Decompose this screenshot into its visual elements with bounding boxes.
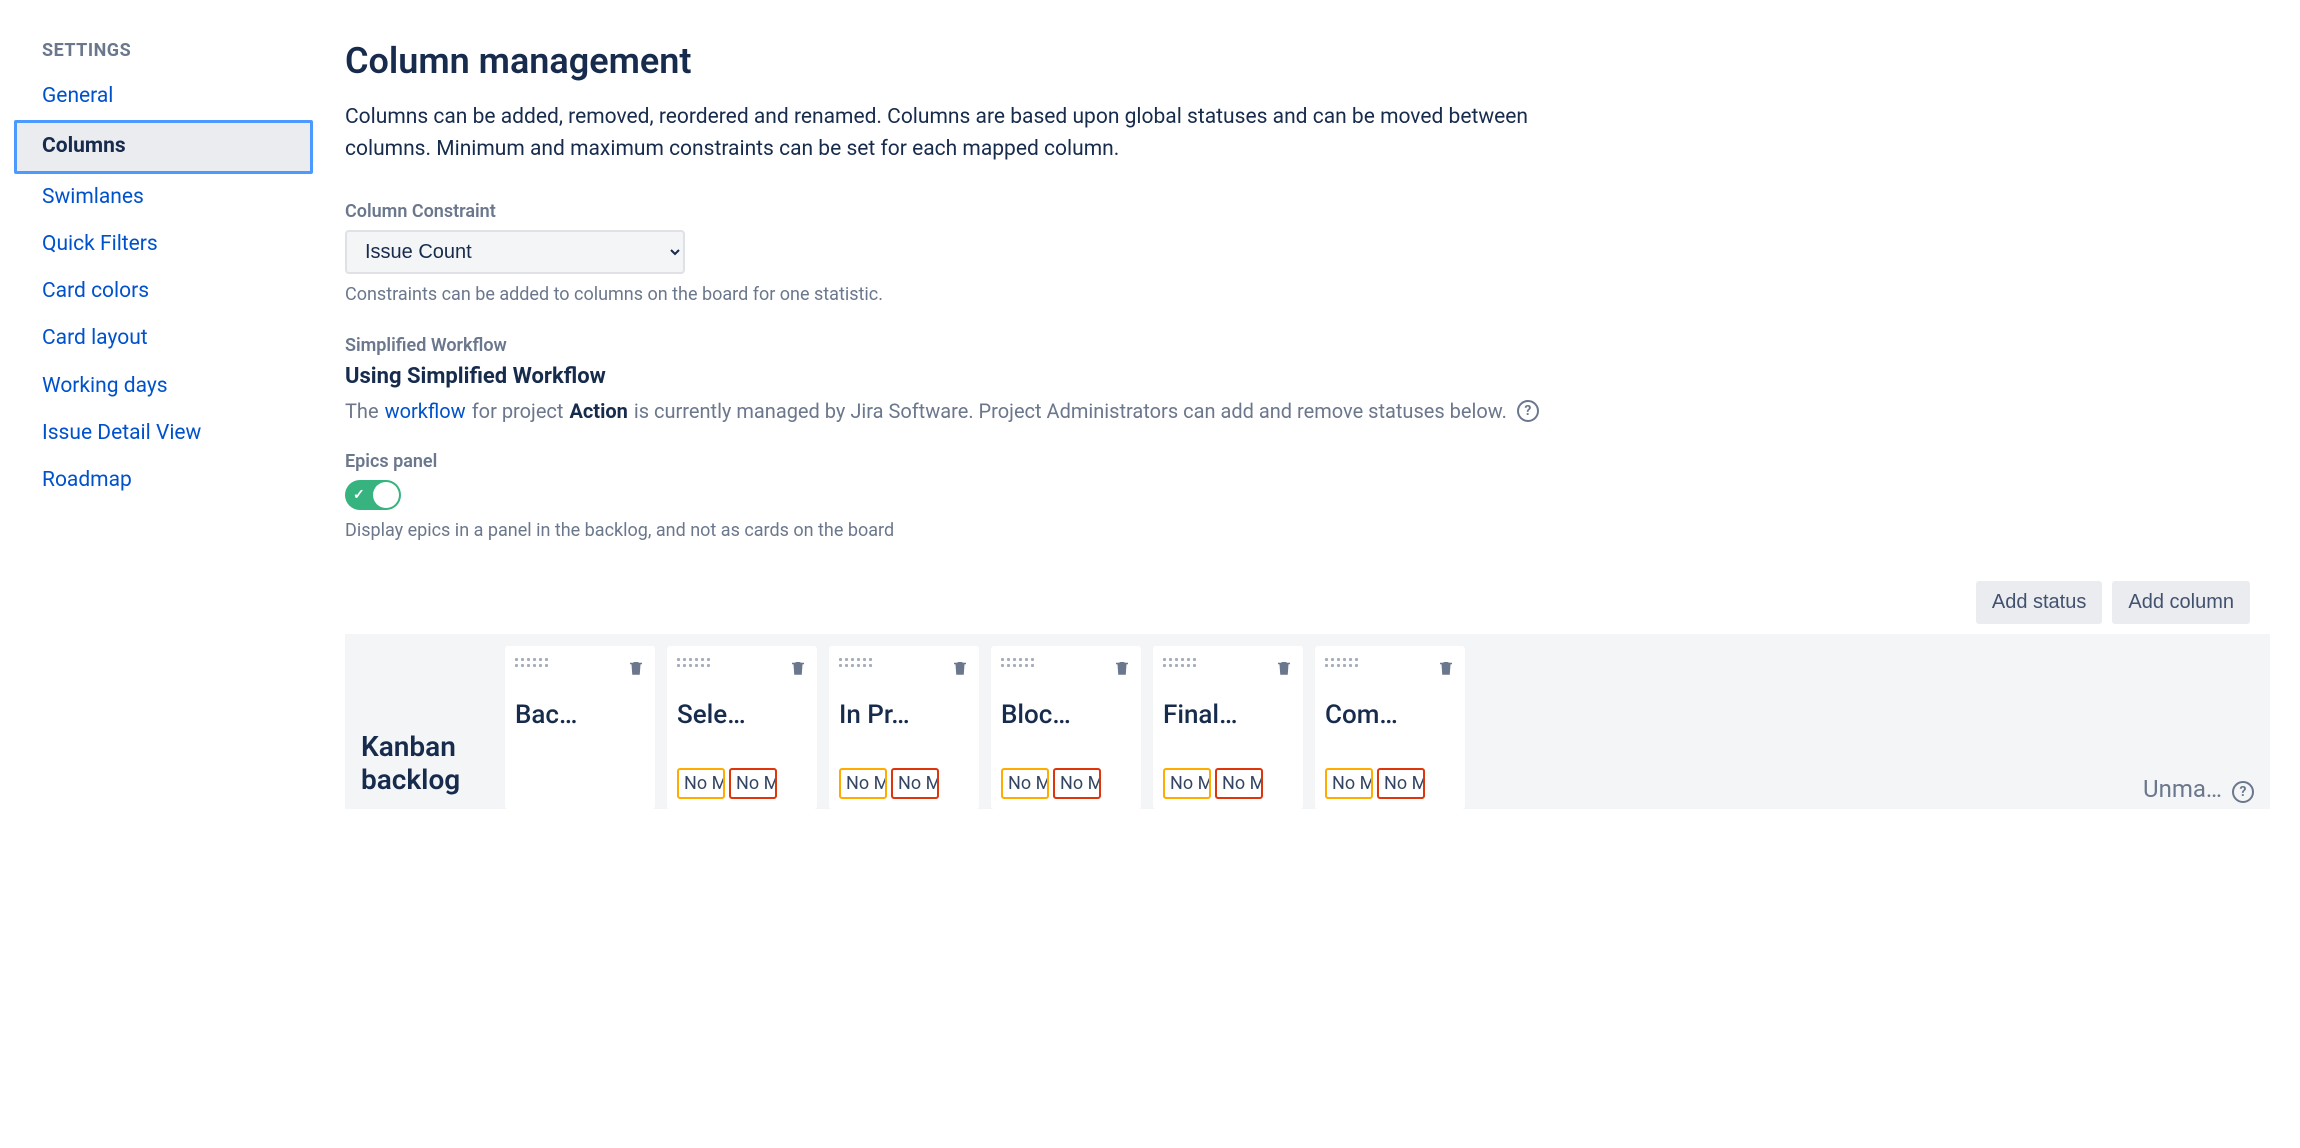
epics-toggle[interactable]: ✓ (345, 480, 401, 510)
min-constraint-badge[interactable]: No M (677, 768, 725, 799)
workflow-description: The workflow for project Action is curre… (345, 399, 2270, 423)
column-title[interactable]: Final… (1163, 700, 1293, 730)
sidebar-item-roadmap[interactable]: Roadmap (0, 457, 315, 504)
epics-label: Epics panel (345, 451, 2270, 472)
drag-handle-icon[interactable] (839, 658, 872, 667)
constraint-label: Column Constraint (345, 201, 2270, 222)
epics-help-text: Display epics in a panel in the backlog,… (345, 520, 2270, 541)
sidebar-item-card-layout[interactable]: Card layout (0, 315, 315, 362)
board-column[interactable]: Bloc… No M No M (991, 646, 1141, 809)
page-description: Columns can be added, removed, reordered… (345, 102, 1545, 165)
trash-icon[interactable] (1275, 658, 1293, 682)
min-constraint-badge[interactable]: No M (1325, 768, 1373, 799)
workflow-project-name: Action (569, 399, 627, 423)
trash-icon[interactable] (789, 658, 807, 682)
checkmark-icon: ✓ (353, 487, 365, 503)
trash-icon[interactable] (627, 658, 645, 682)
page-title: Column management (345, 40, 2270, 82)
drag-handle-icon[interactable] (515, 658, 548, 667)
constraint-select[interactable]: Issue Count (345, 230, 685, 274)
max-constraint-badge[interactable]: No M (729, 768, 777, 799)
workflow-section-label: Simplified Workflow (345, 335, 2270, 356)
max-constraint-badge[interactable]: No M (891, 768, 939, 799)
min-constraint-badge[interactable]: No M (839, 768, 887, 799)
max-constraint-badge[interactable]: No M (1215, 768, 1263, 799)
actions-row: Add status Add column (345, 581, 2270, 624)
workflow-link[interactable]: workflow (385, 399, 466, 423)
help-icon[interactable]: ? (2232, 781, 2254, 803)
trash-icon[interactable] (1437, 658, 1455, 682)
kanban-backlog-title: Kanban backlog (361, 730, 485, 797)
min-constraint-badge[interactable]: No M (1163, 768, 1211, 799)
columns-board: Kanban backlog Bac… Sele… No M (345, 634, 2270, 809)
trash-icon[interactable] (1113, 658, 1131, 682)
sidebar-item-quick-filters[interactable]: Quick Filters (0, 221, 315, 268)
sidebar-item-issue-detail-view[interactable]: Issue Detail View (0, 410, 315, 457)
board-column[interactable]: Final… No M No M (1153, 646, 1303, 809)
board-column[interactable]: Sele… No M No M (667, 646, 817, 809)
kanban-backlog-column: Kanban backlog (353, 646, 493, 809)
add-status-button[interactable]: Add status (1976, 581, 2103, 624)
column-title[interactable]: Bac… (515, 700, 645, 730)
trash-icon[interactable] (951, 658, 969, 682)
sidebar-item-swimlanes[interactable]: Swimlanes (0, 174, 315, 221)
unmapped-statuses-area: Unma… ? (1477, 646, 2262, 809)
drag-handle-icon[interactable] (1163, 658, 1196, 667)
column-title[interactable]: In Pr… (839, 700, 969, 730)
drag-handle-icon[interactable] (1001, 658, 1034, 667)
sidebar-item-columns[interactable]: Columns (14, 120, 313, 173)
board-column[interactable]: In Pr… No M No M (829, 646, 979, 809)
column-title[interactable]: Com… (1325, 700, 1455, 730)
column-title[interactable]: Bloc… (1001, 700, 1131, 730)
settings-sidebar: SETTINGS General Columns Swimlanes Quick… (0, 0, 315, 1148)
sidebar-heading: SETTINGS (0, 40, 315, 73)
drag-handle-icon[interactable] (1325, 658, 1358, 667)
max-constraint-badge[interactable]: No M (1377, 768, 1425, 799)
max-constraint-badge[interactable]: No M (1053, 768, 1101, 799)
board-column[interactable]: Bac… (505, 646, 655, 809)
unmapped-label: Unma… (2143, 775, 2222, 803)
main-content: Column management Columns can be added, … (315, 0, 2300, 1148)
sidebar-item-general[interactable]: General (0, 73, 315, 120)
workflow-title: Using Simplified Workflow (345, 364, 2270, 389)
sidebar-item-working-days[interactable]: Working days (0, 363, 315, 410)
sidebar-item-card-colors[interactable]: Card colors (0, 268, 315, 315)
min-constraint-badge[interactable]: No M (1001, 768, 1049, 799)
drag-handle-icon[interactable] (677, 658, 710, 667)
board-column[interactable]: Com… No M No M (1315, 646, 1465, 809)
constraint-help-text: Constraints can be added to columns on t… (345, 284, 2270, 305)
help-icon[interactable]: ? (1517, 400, 1539, 422)
column-title[interactable]: Sele… (677, 700, 807, 730)
add-column-button[interactable]: Add column (2112, 581, 2250, 624)
